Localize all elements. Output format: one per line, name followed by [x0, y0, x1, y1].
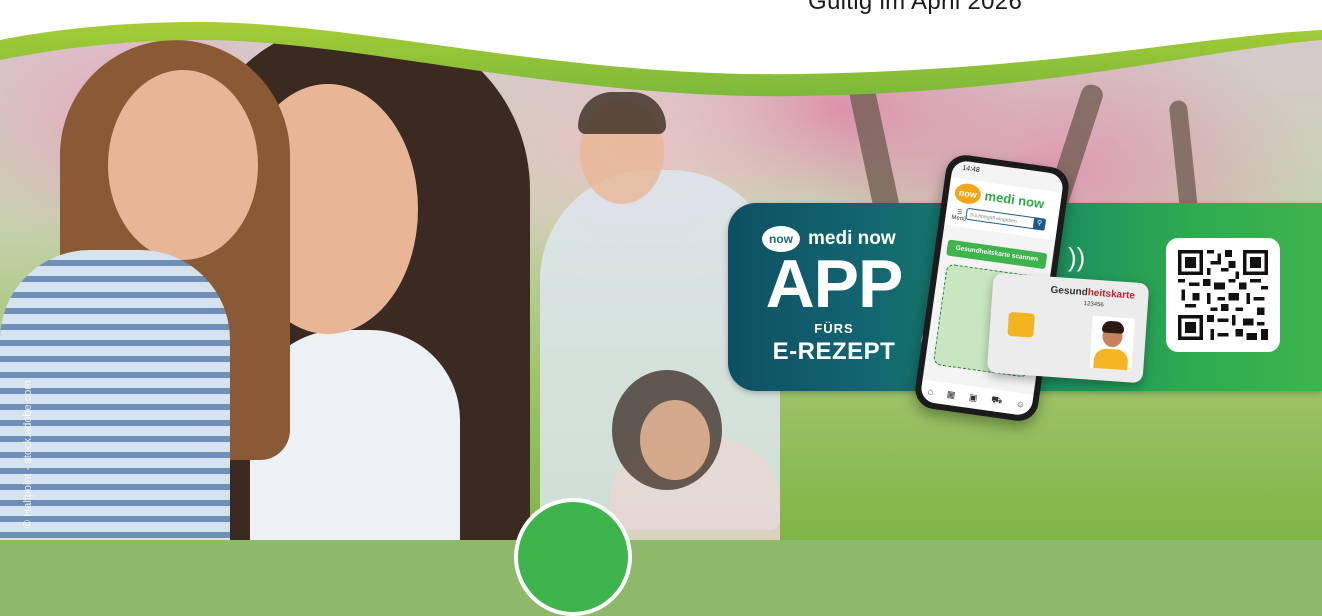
menu-label: Menü	[950, 214, 967, 223]
app-header: now medi now ☰ Menü Suchbegriff eingeben …	[944, 177, 1062, 241]
app-subtitle: FÜRS	[814, 321, 854, 336]
search-icon[interactable]: ⚲	[1032, 217, 1047, 231]
health-card-title-part2: heitskarte	[1087, 287, 1136, 302]
qr-code[interactable]	[1166, 238, 1280, 352]
health-card-number: 123456	[1083, 301, 1104, 309]
pharmacy-icon[interactable]: ▦	[946, 388, 956, 400]
health-card-title-part1: Gesund	[1050, 284, 1089, 299]
health-card-title: Gesundheitskarte	[1050, 285, 1135, 302]
photo-credit: © Halfpoint - stock.adobe.com	[22, 380, 34, 528]
now-logo-icon: now	[953, 182, 983, 206]
prescription-icon[interactable]: ▣	[968, 391, 978, 403]
app-brand: medi now	[983, 188, 1046, 212]
top-banner	[0, 0, 1322, 105]
app-title: APP	[765, 246, 904, 322]
promo-badge	[514, 498, 632, 616]
avatar	[1089, 315, 1135, 371]
cart-icon[interactable]: ⛟	[990, 394, 1004, 407]
status-time: 14:48	[961, 164, 981, 175]
profile-icon[interactable]: ☺	[1015, 399, 1026, 410]
health-card: Gesundheitskarte 123456	[986, 272, 1150, 384]
erezept-label: E-REZEPT	[772, 338, 896, 365]
nfc-signal-icon: ))	[1068, 242, 1086, 272]
validity-text: Gültig im April 2026	[808, 0, 1023, 15]
home-icon[interactable]: ⌂	[927, 386, 934, 397]
search-input[interactable]: Suchbegriff eingeben	[965, 207, 1043, 231]
chip-icon	[1007, 311, 1035, 338]
